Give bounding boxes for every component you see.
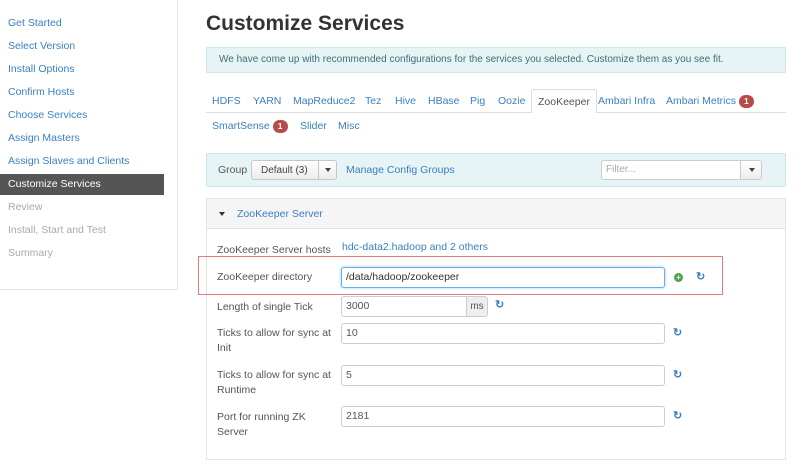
- tab-pig[interactable]: Pig: [470, 89, 485, 113]
- config-group-select[interactable]: Default (3): [251, 160, 337, 180]
- service-tabs: HDFS YARN MapReduce2 Tez Hive HBase Pig …: [206, 88, 786, 144]
- tab-hbase[interactable]: HBase: [428, 89, 460, 113]
- caret-down-icon: [325, 168, 331, 172]
- panel-title[interactable]: ZooKeeper Server: [237, 208, 323, 220]
- sync-init-label: Ticks to allow for sync at Init: [217, 327, 331, 354]
- manage-config-groups-link[interactable]: Manage Config Groups: [346, 164, 455, 176]
- sidebar-item-assign-masters[interactable]: Assign Masters: [0, 128, 164, 149]
- tab-hdfs[interactable]: HDFS: [212, 89, 241, 113]
- ambari-metrics-alert-badge: 1: [739, 94, 754, 108]
- tab-mapreduce2[interactable]: MapReduce2: [293, 89, 355, 113]
- tick-unit-addon: ms: [466, 296, 488, 317]
- undo-icon[interactable]: ↻: [673, 409, 682, 422]
- zk-port-label: Port for running ZK Server: [217, 411, 306, 438]
- sync-runtime-label: Ticks to allow for sync at Runtime: [217, 369, 331, 396]
- filter-input[interactable]: Filter...: [601, 160, 741, 180]
- undo-icon[interactable]: ↻: [673, 368, 682, 381]
- config-group-bar: Group Default (3) Manage Config Groups F…: [206, 153, 786, 187]
- tab-ambari-metrics-label: Ambari Metrics: [666, 95, 737, 107]
- zookeeper-directory-input[interactable]: /data/hadoop/zookeeper: [341, 267, 665, 288]
- sidebar-item-install-start-test: Install, Start and Test: [8, 224, 106, 236]
- panel-header[interactable]: ZooKeeper Server: [207, 199, 785, 229]
- config-group-dropdown-toggle[interactable]: [318, 161, 336, 179]
- collapse-caret-icon[interactable]: [219, 212, 225, 216]
- sidebar-item-review: Review: [8, 201, 43, 213]
- sync-init-input[interactable]: 10: [341, 323, 665, 344]
- zookeeper-directory-label: ZooKeeper directory: [217, 271, 313, 283]
- sidebar-item-customize-services[interactable]: Customize Services: [0, 174, 164, 195]
- sidebar-item-choose-services[interactable]: Choose Services: [0, 105, 164, 126]
- page-title: Customize Services: [206, 12, 405, 35]
- sidebar-item-confirm-hosts[interactable]: Confirm Hosts: [0, 82, 164, 103]
- tab-oozie[interactable]: Oozie: [498, 89, 525, 113]
- tab-hive[interactable]: Hive: [395, 89, 416, 113]
- sidebar-item-assign-slaves[interactable]: Assign Slaves and Clients: [0, 151, 164, 172]
- tick-length-input[interactable]: 3000: [341, 296, 467, 317]
- tab-ambari-infra[interactable]: Ambari Infra: [598, 89, 655, 113]
- sidebar-item-select-version[interactable]: Select Version: [0, 36, 164, 57]
- tick-length-label: Length of single Tick: [217, 301, 313, 313]
- sidebar-item-get-started[interactable]: Get Started: [0, 13, 164, 34]
- wizard-sidebar: Get Started Select Version Install Optio…: [0, 0, 178, 290]
- server-hosts-link[interactable]: hdc-data2.hadoop and 2 others: [342, 241, 488, 253]
- tab-smartsense[interactable]: SmartSense 1: [212, 114, 288, 138]
- sidebar-item-summary: Summary: [8, 247, 53, 259]
- config-group-value: Default (3): [261, 165, 308, 176]
- filter-dropdown-button[interactable]: [740, 160, 762, 180]
- info-banner: We have come up with recommended configu…: [206, 47, 786, 73]
- undo-icon[interactable]: ↻: [673, 326, 682, 339]
- group-label: Group: [218, 164, 248, 176]
- plus-icon[interactable]: +: [674, 273, 683, 282]
- zk-port-input[interactable]: 2181: [341, 406, 665, 427]
- undo-icon[interactable]: ↻: [696, 270, 705, 283]
- caret-down-icon: [749, 168, 755, 172]
- tab-misc[interactable]: Misc: [338, 114, 360, 138]
- tab-ambari-metrics[interactable]: Ambari Metrics 1: [666, 89, 754, 113]
- tab-smartsense-label: SmartSense: [212, 120, 270, 132]
- sync-runtime-input[interactable]: 5: [341, 365, 665, 386]
- undo-icon[interactable]: ↻: [495, 298, 504, 311]
- smartsense-alert-badge: 1: [272, 119, 288, 133]
- tab-tez[interactable]: Tez: [365, 89, 381, 113]
- tab-slider[interactable]: Slider: [300, 114, 327, 138]
- sidebar-item-install-options[interactable]: Install Options: [0, 59, 164, 80]
- tab-yarn[interactable]: YARN: [253, 89, 281, 113]
- tab-zookeeper[interactable]: ZooKeeper: [531, 89, 597, 113]
